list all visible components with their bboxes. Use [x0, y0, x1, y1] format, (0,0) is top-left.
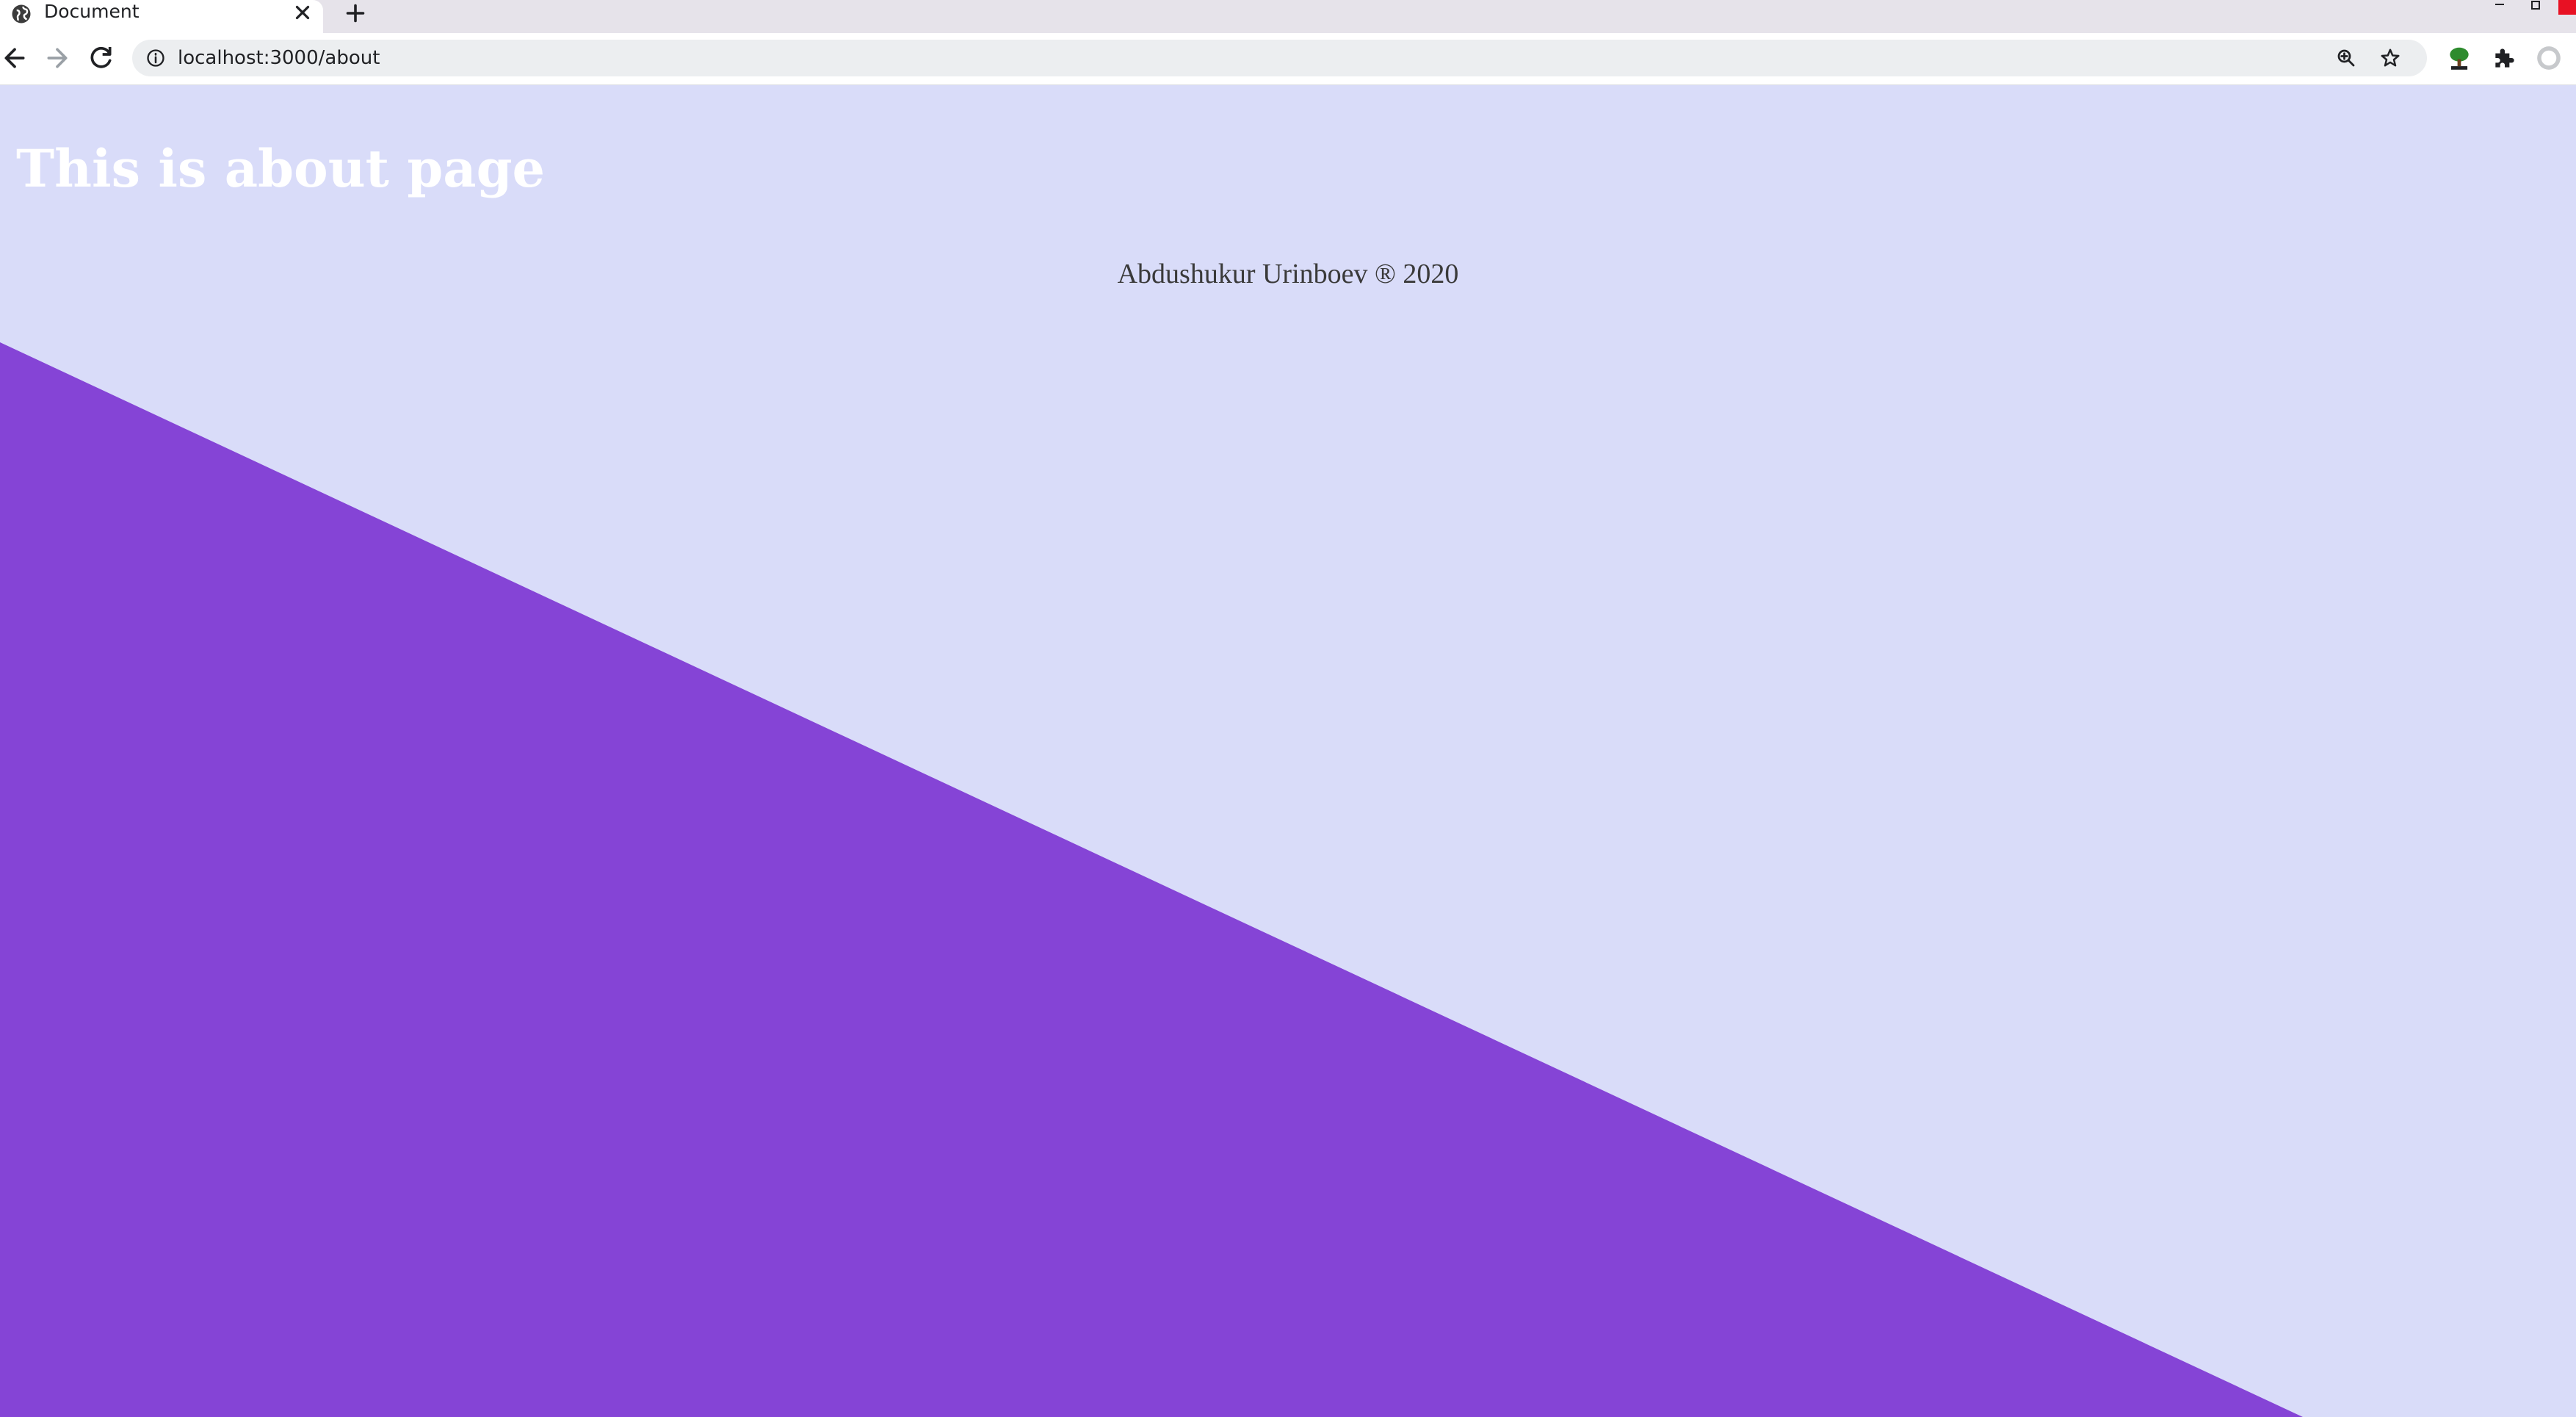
tab-title: Document	[44, 1, 140, 22]
restore-icon[interactable]	[2528, 0, 2545, 15]
page-heading: This is about page	[16, 138, 546, 199]
window-close-button[interactable]	[2558, 0, 2576, 15]
tab-strip: Document	[0, 0, 2576, 33]
zoom-icon[interactable]	[2335, 47, 2357, 69]
minimize-icon[interactable]	[2491, 0, 2508, 15]
reload-icon[interactable]	[87, 43, 116, 73]
tree-extension-icon[interactable]	[2445, 44, 2473, 72]
footer-copyright: Abdushukur Urinboev ® 2020	[1117, 259, 1459, 289]
puzzle-icon[interactable]	[2491, 44, 2519, 72]
browser-tab[interactable]: Document	[0, 0, 323, 33]
plus-icon[interactable]	[342, 0, 369, 26]
forward-arrow-icon[interactable]	[43, 43, 72, 73]
close-icon[interactable]	[292, 1, 314, 24]
profile-avatar-icon[interactable]	[2535, 44, 2563, 72]
url-text[interactable]: localhost:3000/about	[178, 40, 380, 76]
page-viewport: This is about page Abdushukur Urinboev ®…	[0, 85, 2576, 1417]
globe-icon	[12, 4, 31, 24]
browser-toolbar: localhost:3000/about	[0, 33, 2576, 85]
star-icon[interactable]	[2379, 47, 2401, 69]
info-icon[interactable]	[145, 48, 166, 68]
address-bar[interactable]: localhost:3000/about	[132, 40, 2427, 76]
back-arrow-icon[interactable]	[0, 43, 29, 73]
